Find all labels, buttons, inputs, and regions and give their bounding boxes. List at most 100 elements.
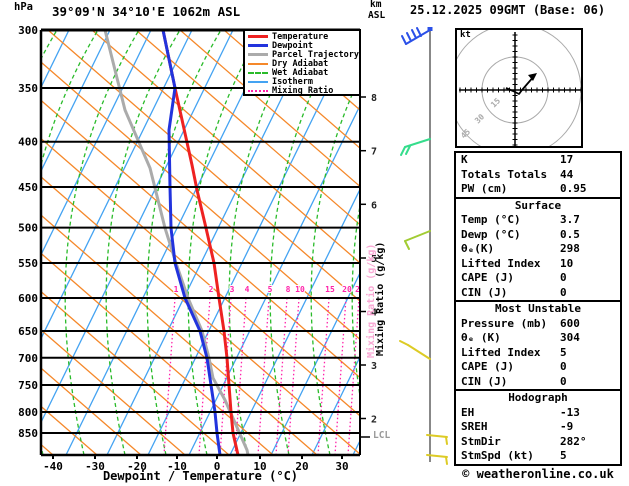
mixing-ratio-value-label: 1 [174,285,179,294]
indices-row: CIN (J) 0 [456,286,620,301]
pressure-tick-label: 750 [18,379,38,392]
legend-swatch-solid [248,62,268,65]
legend-swatch-solid [248,53,268,57]
wind-barb [445,436,448,445]
km-tick-label: 2 [371,415,377,426]
mixing-ratio-line [257,297,270,455]
wet-adiabat-line [64,30,140,455]
indices-row-value: 3.7 [560,213,580,226]
indices-row: StmSpd (kt) 5 [456,449,620,464]
pressure-tick-label: 850 [18,427,38,440]
indices-row: Lifted Index 10 [456,257,620,272]
indices-row-value: 0.5 [560,227,580,241]
indices-row-label: StmDir [461,434,501,448]
indices-row-label: θₑ (K) [461,331,501,344]
wind-barb [404,240,410,250]
wind-barb [416,27,422,37]
hodograph-unit-label: kt [460,30,471,40]
mixing-ratio-value-label: 15 [325,285,335,294]
mixing-ratio-value-label: 3 [230,285,235,294]
pressure-tick-label: 600 [18,292,38,305]
indices-section: Most Unstable Pressure (mb) 600 θₑ (K) 304 Li… [456,300,620,389]
indices-row-label: Lifted Index [461,345,541,359]
dry-adiabat-line [0,30,9,455]
mixing-ratio-value-label: 4 [245,285,250,294]
pressure-tick-label: 500 [18,222,38,235]
indices-row-value: 0 [560,271,567,284]
indices-row-value: 5 [560,449,567,462]
km-tick-label: 6 [371,200,377,211]
km-tick-label: 3 [371,361,377,372]
hodograph-trace-arrow [528,73,537,81]
indices-section-title: Most Unstable [494,302,582,315]
legend-swatch-solid [248,81,268,84]
indices-row-label: SREH [461,420,488,433]
indices-row: Pressure (mb) 600 [456,317,620,332]
indices-row-label: Pressure (mb) [461,316,548,330]
mixing-ratio-axis-label: Mixing Ratio (g/kg) [375,241,386,356]
indices-row-label: CIN (J) [461,374,508,388]
indices-row: CAPE (J) 0 [456,360,620,375]
skewt-sounding-app: hPa 39°09'N 34°10'E 1062m ASL km ASL 25.… [0,0,629,486]
hodograph-ring-label: 30 [473,112,486,125]
mixing-ratio-value-label: 5 [268,285,273,294]
isotherm-line [41,30,111,173]
legend-swatch-dotted [248,90,268,93]
isotherm-line [41,30,234,424]
pressure-tick-label: 300 [18,24,38,37]
indices-row-label: EH [461,405,475,419]
indices-row: PW (cm) 0.95 [456,182,620,197]
indices-section: Hodograph EH -13 SREH -9 StmDir 282° StmSpd (kt… [456,389,620,464]
indices-row-label: K [461,153,468,166]
indices-row: θₑ (K) 304 [456,331,620,346]
indices-row-label: PW (cm) [461,182,508,195]
indices-row: Dewp (°C) 0.5 [456,228,620,243]
wet-adiabat-line [0,30,16,455]
indices-row-label: CAPE (J) [461,360,514,373]
hodograph-ring-label: 15 [489,96,502,109]
legend-swatch-dashed [248,71,268,74]
indices-row-label: Totals Totals [461,167,548,181]
mixing-ratio-line [275,297,288,455]
mixing-ratio-value-label: 2 [209,285,214,294]
km-tick-label: 7 [371,147,377,158]
pressure-tick-label: 400 [18,136,38,149]
indices-row: CIN (J) 0 [456,375,620,390]
indices-section: K 17 Totals Totals 44 PW (cm) 0.95 [456,153,620,197]
credit: © weatheronline.co.uk [462,467,614,481]
legend: Temperature Dewpoint Parcel Trajectory Dry … [243,29,361,96]
wind-barb [445,456,448,465]
mixing-ratio-value-label: 8 [286,285,291,294]
pressure-tick-label: 800 [18,406,38,419]
wind-barb [407,344,431,360]
indices-row-value: 5 [560,345,567,359]
indices-row: Totals Totals 44 [456,168,620,183]
wind-barb [400,146,406,156]
indices-row-value: -9 [560,420,574,433]
pressure-tick-label: 450 [18,181,38,194]
km-tick-label: 8 [371,93,377,104]
legend-swatch-solid [248,35,268,39]
dry-adiabat-line [41,405,98,455]
indices-row-value: 0 [560,360,567,373]
indices-row-value: 304 [560,331,580,344]
indices-row: θₑ(K) 298 [456,242,620,257]
indices-row-label: θₑ(K) [461,242,495,255]
indices-section-title: Surface [514,198,562,212]
wind-barb [411,29,417,39]
pressure-tick-label: 650 [18,325,38,338]
wind-barb [399,340,409,346]
indices-row-value: 282° [560,434,587,448]
mixing-ratio-value-label: 10 [295,285,305,294]
indices-row: Temp (°C) 3.7 [456,213,620,228]
indices-row-value: 17 [560,153,574,166]
indices-row-label: Temp (°C) [461,213,521,226]
indices-row: CAPE (J) 0 [456,271,620,286]
legend-item-label: Mixing Ratio [272,86,334,97]
indices-row-value: 0.95 [560,182,587,195]
pressure-tick-label: 700 [18,352,38,365]
indices-section-title: Hodograph [508,391,568,404]
indices-row: Lifted Index 5 [456,346,620,361]
indices-row: K 17 [456,153,620,168]
indices-row-label: Lifted Index [461,256,541,270]
